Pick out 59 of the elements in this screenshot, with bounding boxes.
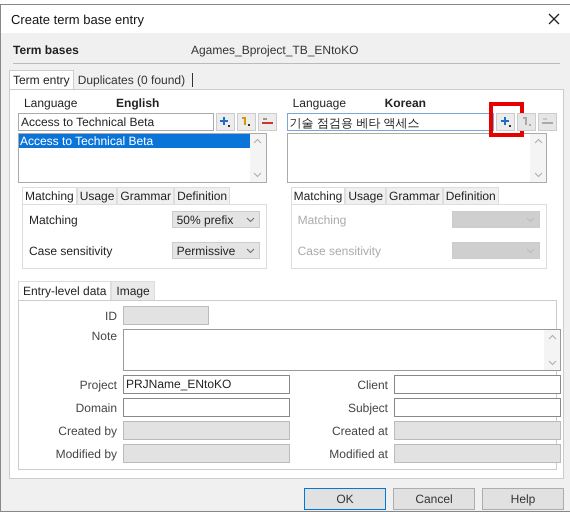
field-tab[interactable]: Definition (174, 187, 230, 204)
input-field[interactable]: PRJName_ENtoKO (123, 375, 290, 394)
field-label: Domain (74, 400, 118, 414)
input-field[interactable] (394, 398, 561, 417)
field-label: Created at (330, 424, 389, 438)
input-field[interactable] (123, 398, 290, 417)
remove-term-button[interactable] (258, 113, 277, 131)
field-label: Subject (346, 400, 389, 414)
language-name: English (116, 96, 160, 110)
field-label: Matching (298, 212, 346, 226)
chevron-down-icon (253, 172, 262, 178)
field-label: Case sensitivity (29, 244, 112, 258)
field-label: Modified at (328, 446, 389, 460)
dialog-button[interactable]: Help (482, 488, 564, 510)
language-label: Language (24, 96, 78, 110)
chevron-down-icon (548, 360, 556, 366)
chevron-down-icon (246, 216, 255, 222)
tab[interactable]: Image (111, 281, 155, 300)
tab[interactable]: Duplicates (0 found) (74, 70, 190, 89)
input-field[interactable] (394, 375, 561, 394)
field-label: Client (356, 378, 389, 392)
insert-term-button[interactable] (236, 113, 256, 131)
remove-icon (262, 118, 273, 126)
add-term-button[interactable] (216, 113, 235, 131)
plus-icon (500, 117, 510, 127)
remove-icon (542, 118, 553, 126)
plus-icon (220, 117, 230, 127)
field-label: Created by (57, 424, 118, 438)
dialog-button[interactable]: OK (304, 488, 386, 510)
language-label: Language (292, 96, 348, 110)
term-field[interactable]: Access to Technical Beta (18, 113, 214, 131)
term-list-item[interactable]: Access to Technical Beta (19, 134, 250, 148)
dropdown[interactable]: 50% prefix (172, 211, 260, 228)
term-base-name: Agames_Bproject_TB_ENtoKO (191, 43, 358, 57)
language-name: Korean (384, 96, 426, 110)
chevron-down-icon (534, 172, 542, 178)
field-label: Modified by (54, 446, 118, 460)
chevron-up-icon (253, 138, 262, 144)
note-field[interactable] (123, 329, 561, 371)
window-title: Create term base entry (11, 12, 144, 26)
dropdown[interactable]: Permissive (172, 242, 260, 259)
close-icon[interactable] (548, 13, 560, 25)
dialog-button[interactable]: Cancel (393, 488, 475, 510)
field-label: Case sensitivity (298, 244, 381, 258)
chevron-up-icon (548, 334, 556, 340)
tab[interactable]: Term entry (9, 70, 74, 89)
field-tab[interactable]: Matching (22, 187, 77, 204)
chevron-up-icon (534, 138, 542, 144)
chevron-down-icon (246, 248, 255, 254)
field-label: ID (104, 308, 118, 322)
field-tab[interactable]: Grammar (117, 187, 174, 204)
field-label: Matching (29, 212, 78, 226)
field-label: Project (78, 378, 118, 392)
tab[interactable]: Entry-level data (18, 281, 112, 300)
insert-icon (522, 117, 532, 127)
field-label: Note (90, 329, 118, 343)
term-bases-label: Term bases (13, 43, 80, 57)
field-tab[interactable]: Usage (76, 187, 118, 204)
insert-icon (241, 117, 252, 127)
